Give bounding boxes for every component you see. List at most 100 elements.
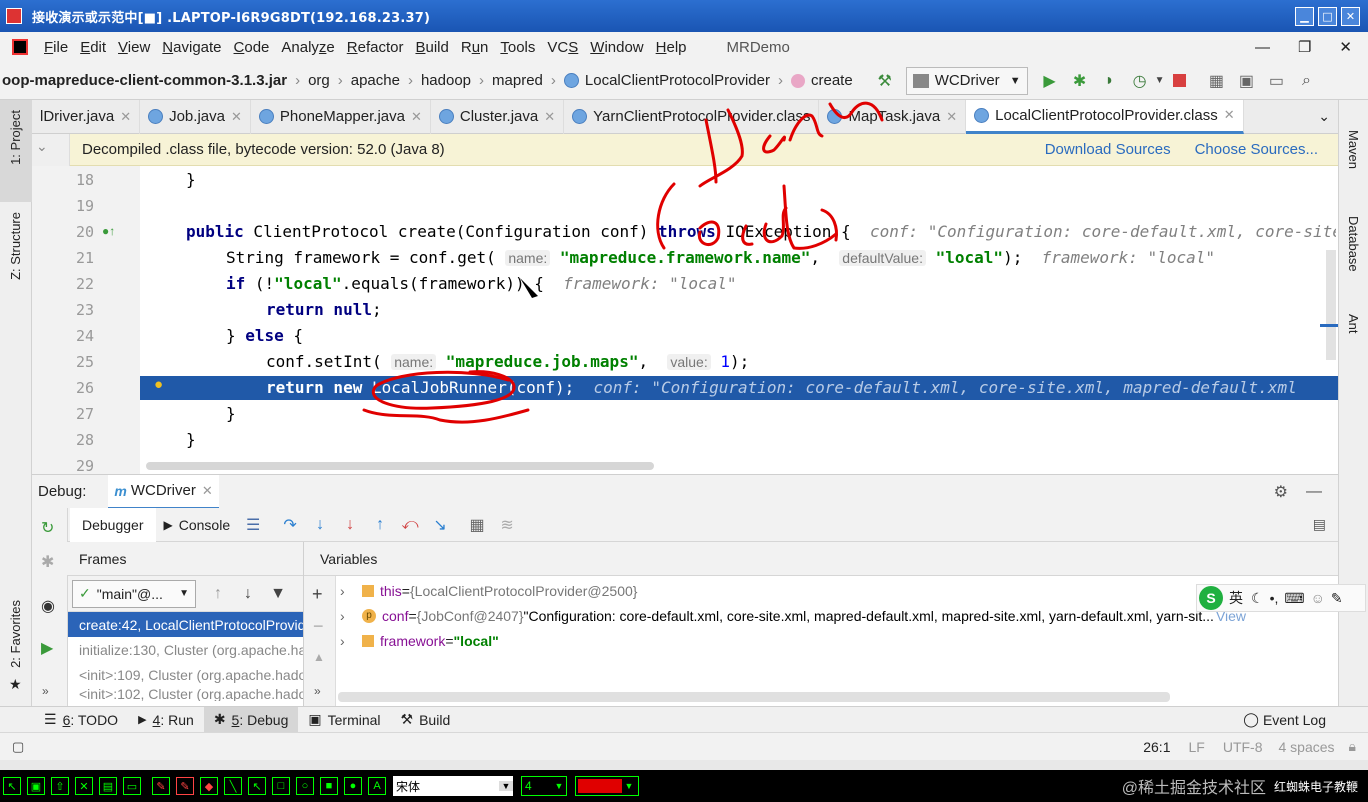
ellipse-tool-icon[interactable]: ○ [296, 777, 314, 795]
run-tool-tab[interactable]: ▶ 4: Run [128, 707, 204, 733]
debug-tool-tab[interactable]: ✱ 5: Debug [203, 706, 299, 733]
remove-watch-icon[interactable]: − [313, 616, 324, 637]
annotation-stroke [782, 184, 838, 250]
annotation-stroke [741, 224, 754, 246]
variable-row[interactable]: › p conf = {JobConf@2407} "Configuration… [340, 603, 1330, 628]
step-over-icon[interactable]: ↷ [278, 513, 302, 537]
watermark-text: @稀土掘金技术社区 [1121, 780, 1266, 797]
file-encoding[interactable]: UTF-8 [1223, 739, 1263, 755]
debug-session-tab[interactable]: m WCDriver ✕ [108, 474, 219, 509]
evaluate-expression-icon[interactable]: ▦ [465, 513, 489, 537]
rect-tool-icon[interactable]: □ [272, 777, 290, 795]
resume-icon[interactable]: ▶ [41, 638, 53, 658]
debug-header: Debug: m WCDriver ✕ ⚙ — [32, 474, 1338, 509]
move-up-icon[interactable]: ▲ [313, 650, 325, 664]
debugger-tab[interactable]: Debugger [70, 507, 156, 542]
caret-position[interactable]: 26:1 [1143, 739, 1170, 755]
ime-toolbar[interactable]: S 英 ☾ •, ⌨ ☺ ✎ [1196, 584, 1366, 612]
pointer-tool-icon[interactable]: ↖ [3, 777, 21, 795]
line-separator[interactable]: LF [1188, 739, 1204, 755]
gear-icon[interactable]: ⚙ [1274, 482, 1288, 502]
debug-bug-icon: ✱ [213, 711, 226, 727]
expand-icon[interactable]: › [340, 608, 362, 624]
build-tool-tab[interactable]: ⚒ Build [391, 707, 461, 733]
frame-item[interactable]: create:42, LocalClientProtocolProvider [68, 612, 303, 637]
console-tab-label: Console [178, 516, 231, 533]
filter-icon[interactable]: ▼ [266, 582, 290, 606]
text-tool-icon[interactable]: A [368, 777, 386, 795]
lock-icon[interactable]: 🔒︎ [1349, 738, 1356, 755]
wrench-icon[interactable]: ✎ [1331, 590, 1343, 607]
line-tool-icon[interactable]: ╲ [224, 777, 242, 795]
trace-icon[interactable]: ≋ [495, 513, 519, 537]
rerun-icon[interactable]: ↻ [41, 518, 54, 538]
close-tool-icon[interactable]: ✕ [75, 777, 93, 795]
console-tab[interactable]: ▶ Console [156, 508, 239, 542]
variables-tree: › this = {LocalClientProtocolProvider@25… [340, 578, 1330, 653]
filled-rect-tool-icon[interactable]: ■ [320, 777, 338, 795]
up-tool-icon[interactable]: ⇧ [51, 777, 69, 795]
indent-setting[interactable]: 4 spaces [1279, 739, 1335, 755]
frame-item[interactable]: initialize:130, Cluster (org.apache.hado [68, 637, 303, 662]
next-frame-icon[interactable]: ↓ [236, 582, 260, 606]
chevron-down-icon: ▼ [179, 588, 189, 599]
force-step-into-icon[interactable]: ↓ [338, 513, 362, 537]
terminal-tool-tab[interactable]: ▣ Terminal [298, 707, 390, 733]
frames-title: Frames [79, 550, 127, 567]
frame-item[interactable]: <init>:109, Cluster (org.apache.hadoop [68, 662, 303, 687]
moon-icon[interactable]: ☾ [1251, 590, 1264, 607]
annotation-stroke [656, 182, 676, 250]
hide-panel-icon[interactable]: — [1306, 483, 1322, 501]
drop-frame-icon[interactable]: ⤺ [398, 513, 422, 537]
view-breakpoints-icon[interactable]: ◉ [41, 596, 55, 616]
layout-settings-icon[interactable]: ▤ [1313, 516, 1326, 533]
variable-row[interactable]: › this = {LocalClientProtocolProvider@25… [340, 578, 1330, 603]
user-icon[interactable]: ☺ [1311, 590, 1325, 606]
parameter-icon: p [362, 608, 376, 623]
expand-icon[interactable]: › [340, 583, 362, 599]
thread-select[interactable]: ✓ "main"@... ▼ [72, 579, 196, 608]
marker-tool-icon[interactable]: ◆ [200, 777, 218, 795]
window-tool-icon[interactable]: ▣ [27, 777, 45, 795]
close-session-icon[interactable]: ✕ [202, 483, 213, 499]
debug-label: Debug: [38, 483, 87, 500]
pen-tool-icon[interactable]: ✎ [176, 777, 194, 795]
ime-language[interactable]: 英 [1229, 588, 1243, 608]
arrow-tool-icon[interactable]: ↖ [248, 777, 266, 795]
tool-windows-icon[interactable]: ▢ [12, 739, 24, 755]
show-execution-point-icon[interactable]: ☰ [241, 513, 265, 537]
more-actions-icon[interactable]: » [42, 684, 49, 698]
annotation-stroke [762, 134, 786, 154]
folder-tool-icon[interactable]: ▭ [123, 777, 141, 795]
debug-toolbar: Debugger ▶ Console ☰ ↷ ↓ ↓ ↑ ⤺ ↘ ▦ ≋ ▤ [32, 507, 1338, 542]
variables-header: Variables [304, 542, 1338, 576]
run-to-cursor-icon[interactable]: ↘ [428, 513, 452, 537]
status-bar: ▢ 26:1 LF UTF-8 4 spaces 🔒︎ [0, 732, 1368, 760]
frame-item[interactable]: <init>:102, Cluster (org.apache.hadoop [68, 687, 303, 701]
variable-row[interactable]: › framework = "local" [340, 628, 1330, 653]
eraser-tool-icon[interactable]: ✎ [152, 777, 170, 795]
step-out-icon[interactable]: ↑ [368, 513, 392, 537]
expand-icon[interactable]: › [340, 633, 362, 649]
more-icon[interactable]: » [314, 684, 321, 698]
previous-frame-icon[interactable]: ↑ [206, 582, 230, 606]
event-log-tab[interactable]: ◯ Event Log [1233, 707, 1336, 733]
todo-tool-tab[interactable]: ☰ 6: TODO [34, 707, 128, 733]
annotation-underline [362, 408, 530, 424]
color-select[interactable]: ▼ [575, 776, 639, 796]
save-tool-icon[interactable]: ▤ [99, 777, 117, 795]
field-icon [362, 634, 374, 647]
add-watch-icon[interactable]: + [312, 584, 323, 605]
variables-toolbar: + − ▲ » [304, 576, 336, 706]
mute-breakpoints-icon[interactable]: ✱ [41, 552, 54, 572]
sogou-s-icon: S [1199, 586, 1223, 610]
step-into-icon[interactable]: ↓ [308, 513, 332, 537]
size-select[interactable]: 4 ▼ [521, 776, 567, 796]
chevron-down-icon: ▼ [554, 781, 564, 791]
debugger-tab-label: Debugger [82, 516, 144, 533]
punctuation-icon[interactable]: •, [1270, 590, 1279, 606]
variables-horizontal-scrollbar[interactable] [338, 692, 1170, 702]
font-select[interactable]: 宋体 ▼ [393, 776, 513, 796]
filled-ellipse-tool-icon[interactable]: ● [344, 777, 362, 795]
keyboard-icon[interactable]: ⌨ [1284, 590, 1304, 607]
